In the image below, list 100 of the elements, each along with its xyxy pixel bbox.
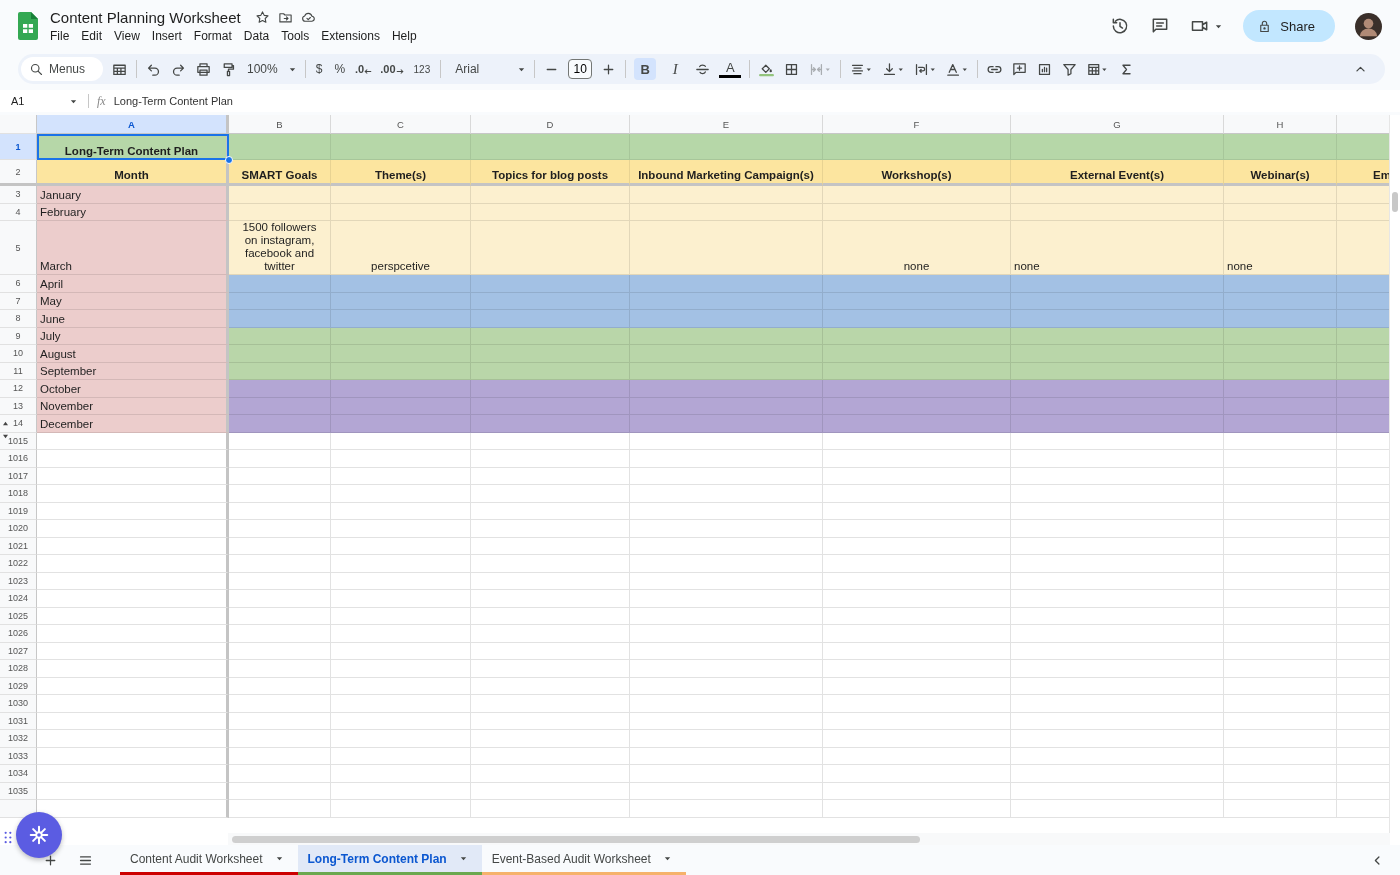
table-cell: none xyxy=(1224,221,1337,275)
menu-item[interactable]: Insert xyxy=(151,29,182,43)
italic-button[interactable]: I xyxy=(664,58,687,80)
table-cell: December xyxy=(37,415,229,433)
menu-item[interactable]: Edit xyxy=(81,29,103,43)
sparkle-icon xyxy=(28,824,50,846)
row-header[interactable]: 10 xyxy=(0,345,37,363)
menus-search-field[interactable]: Menus xyxy=(21,57,103,81)
sheet-tab-label[interactable]: Long-Term Content Plan xyxy=(307,851,447,866)
row-header[interactable]: 3 xyxy=(0,186,37,204)
percent-button[interactable]: % xyxy=(332,62,348,76)
table-cell: June xyxy=(37,310,229,328)
table-cell xyxy=(1337,134,1390,160)
text-color-button[interactable]: A xyxy=(719,60,742,78)
row-header[interactable]: 5 xyxy=(0,221,37,275)
avatar[interactable] xyxy=(1355,12,1382,40)
table-cell xyxy=(1337,275,1390,293)
document-title[interactable]: Content Planning Worksheet xyxy=(50,9,241,26)
table-cell: August xyxy=(37,345,229,363)
caret-icon[interactable] xyxy=(662,854,672,863)
menu-item[interactable]: File xyxy=(50,29,70,43)
table-cell xyxy=(1337,345,1390,363)
row-header[interactable]: 14 xyxy=(0,415,37,433)
sheet-tab-label[interactable]: Event-Based Audit Worksheet xyxy=(491,851,651,866)
vertical-align-icon[interactable] xyxy=(881,60,906,78)
caret-icon[interactable] xyxy=(458,854,468,863)
table-cell: January xyxy=(37,186,229,204)
caret-icon[interactable] xyxy=(274,854,284,863)
formula-field[interactable]: Long-Term Content Plan xyxy=(113,95,233,107)
sheet-tab-label[interactable]: Content Audit Worksheet xyxy=(130,851,263,866)
column-header[interactable]: G xyxy=(1011,115,1224,134)
row-header[interactable]: 12 xyxy=(0,380,37,398)
table-cell: October xyxy=(37,380,229,398)
row-header[interactable]: 8 xyxy=(0,310,37,328)
font-size-field[interactable]: 10 xyxy=(568,59,593,79)
add-comment-icon[interactable] xyxy=(1011,60,1029,78)
row-header[interactable] xyxy=(0,800,37,818)
expand-rows-icon[interactable] xyxy=(3,433,8,439)
row-header[interactable]: 1020 xyxy=(0,520,37,538)
table-cell xyxy=(1337,380,1390,398)
table-cell: April xyxy=(37,275,229,293)
column-header[interactable]: H xyxy=(1224,115,1337,134)
row-header[interactable]: 1024 xyxy=(0,590,37,608)
column-header[interactable]: C xyxy=(331,115,471,134)
font-dropdown[interactable]: Arial xyxy=(449,62,510,76)
drag-handle-icon[interactable] xyxy=(4,831,12,844)
column-header[interactable]: B xyxy=(229,115,331,134)
menu-item[interactable]: Help xyxy=(391,29,417,43)
spreadsheet-logo[interactable] xyxy=(18,12,38,40)
row-header[interactable]: 1028 xyxy=(0,660,37,678)
menu-item[interactable]: Extensions xyxy=(321,29,380,43)
print-icon[interactable] xyxy=(195,60,212,78)
zoom-dropdown[interactable]: 100% xyxy=(245,62,280,76)
fx-label: fx xyxy=(97,93,106,109)
row-header[interactable]: 1016 xyxy=(0,450,37,468)
bold-button[interactable]: B xyxy=(634,58,657,80)
menu-item[interactable]: View xyxy=(114,29,140,43)
row-header[interactable]: 1030 xyxy=(0,695,37,713)
corner-cell[interactable] xyxy=(0,115,37,134)
column-header[interactable]: A xyxy=(37,115,229,134)
row-header[interactable]: 1026 xyxy=(0,625,37,643)
share-button[interactable]: Share xyxy=(1243,10,1335,42)
increase-decimal-button[interactable]: .00 xyxy=(380,63,396,75)
table-cell: External Event(s) xyxy=(1011,160,1224,186)
table-cell: perspcetive xyxy=(331,221,471,275)
menu-item[interactable]: Tools xyxy=(281,29,310,43)
move-folder-icon[interactable] xyxy=(277,10,293,25)
row-header[interactable]: 6 xyxy=(0,275,37,293)
scrollbar-thumb[interactable] xyxy=(1392,192,1398,212)
table-cell: Inbound Marketing Campaign(s) xyxy=(630,160,823,186)
scrollbar-thumb[interactable] xyxy=(232,836,920,843)
collapse-rows-icon[interactable] xyxy=(3,421,8,426)
row-header[interactable]: 1018 xyxy=(0,485,37,503)
currency-button[interactable]: $ xyxy=(313,62,325,76)
sheet-tab[interactable]: Event-Based Audit Worksheet xyxy=(481,845,686,875)
cloud-icon[interactable] xyxy=(300,10,316,25)
row-header[interactable]: 2 xyxy=(0,160,37,186)
table-cell: SMART Goals xyxy=(229,160,331,186)
row-header[interactable]: 1022 xyxy=(0,555,37,573)
table-cell: Workshop(s) xyxy=(823,160,1011,186)
menu-item[interactable]: Data xyxy=(243,29,270,43)
row-header[interactable]: 1034 xyxy=(0,765,37,783)
assistant-button[interactable] xyxy=(16,812,62,858)
decrease-decimal-button[interactable]: .0 xyxy=(355,63,365,75)
menu-item[interactable]: Format xyxy=(193,29,232,43)
table-cell xyxy=(1337,221,1390,275)
table-cell: Topics for blog posts xyxy=(471,160,630,186)
table-cell: March xyxy=(37,221,229,275)
table-cell: Theme(s) xyxy=(331,160,471,186)
sheet-tab[interactable]: Content Audit Worksheet xyxy=(120,845,298,875)
row-header[interactable]: 1032 xyxy=(0,730,37,748)
cell-reference-field[interactable]: A1 xyxy=(11,95,69,107)
column-header[interactable]: F xyxy=(823,115,1011,134)
column-header[interactable]: D xyxy=(471,115,630,134)
number-format-button[interactable]: 123 xyxy=(411,63,433,75)
column-header[interactable]: E xyxy=(630,115,823,134)
search-icon xyxy=(29,62,44,77)
star-icon[interactable] xyxy=(254,10,270,25)
sheet-tab[interactable]: Long-Term Content Plan xyxy=(297,845,482,875)
row-header[interactable]: 1 xyxy=(0,134,37,160)
